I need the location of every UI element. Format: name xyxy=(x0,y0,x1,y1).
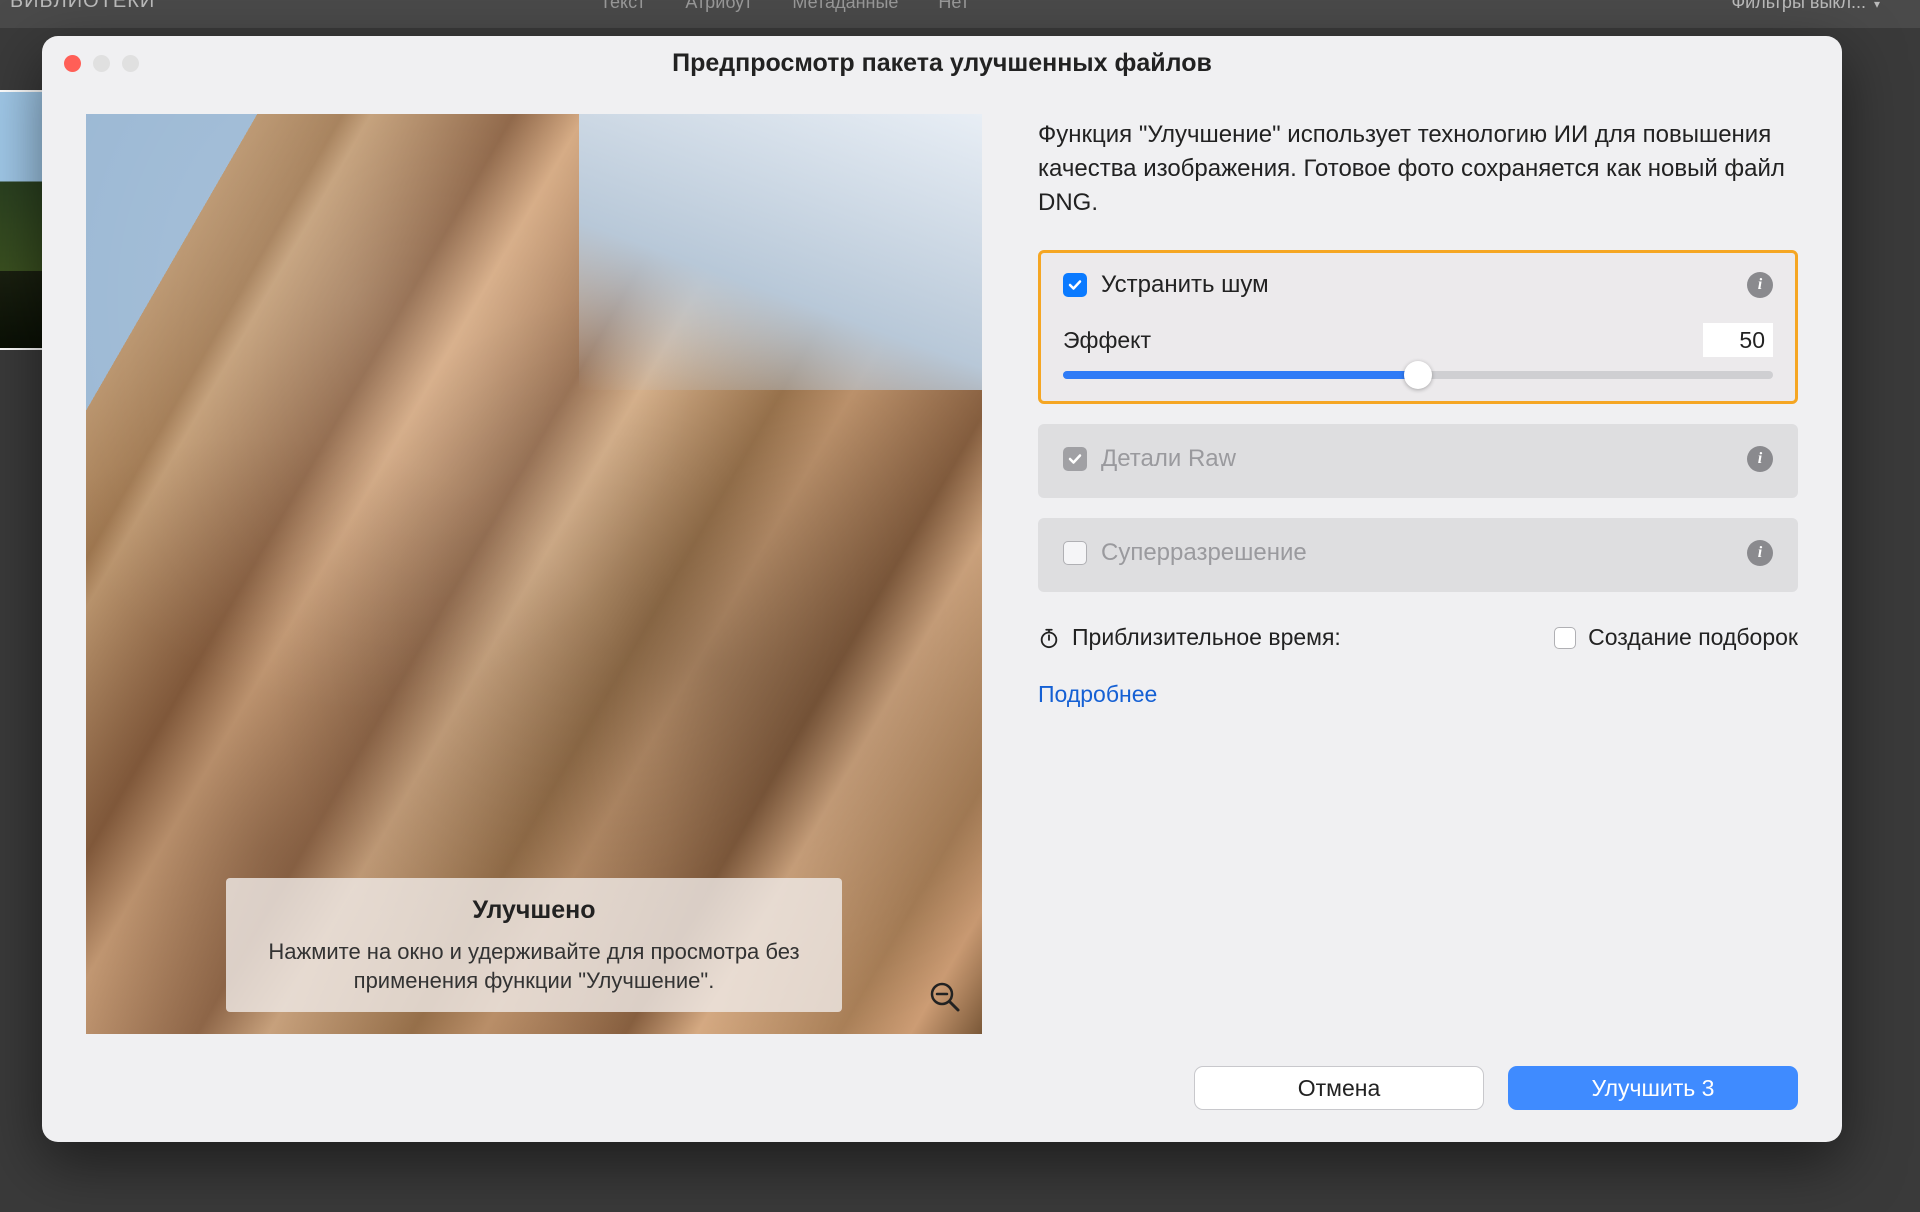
raw-details-checkbox xyxy=(1063,447,1087,471)
dialog-title: Предпросмотр пакета улучшенных файлов xyxy=(42,49,1842,78)
zoom-out-icon xyxy=(929,981,961,1013)
super-resolution-info-icon[interactable]: i xyxy=(1747,540,1773,566)
overlay-title: Улучшено xyxy=(246,896,822,925)
denoise-label: Устранить шум xyxy=(1101,271,1733,299)
denoise-checkbox[interactable] xyxy=(1063,273,1087,297)
filmstrip-thumbnail[interactable] xyxy=(0,90,45,350)
filter-none[interactable]: Нет xyxy=(938,0,969,13)
filter-metadata[interactable]: Метаданные xyxy=(792,0,898,13)
filter-text[interactable]: Текст xyxy=(600,0,645,13)
stopwatch-icon xyxy=(1038,627,1060,649)
raw-details-option: Детали Raw i xyxy=(1038,424,1798,498)
slider-fill xyxy=(1063,371,1418,379)
close-window-button[interactable] xyxy=(64,55,81,72)
learn-more-link[interactable]: Подробнее xyxy=(1038,681,1798,708)
options-panel: Функция "Улучшение" использует технологи… xyxy=(1038,114,1798,1118)
filter-tabs: Текст Атрибут Метаданные Нет xyxy=(600,0,969,13)
time-label: Приблизительное время: xyxy=(1072,624,1341,651)
check-icon xyxy=(1067,277,1083,293)
window-controls xyxy=(64,55,139,72)
effect-slider[interactable] xyxy=(1063,371,1773,379)
create-stacks-checkbox[interactable] xyxy=(1554,627,1576,649)
super-resolution-option: Суперразрешение i xyxy=(1038,518,1798,592)
denoise-option: Устранить шум i Эффект xyxy=(1038,250,1798,404)
create-stacks-label: Создание подборок xyxy=(1588,624,1798,651)
effect-value-input[interactable] xyxy=(1703,323,1773,357)
background-toolbar: БИБЛИОТЕКИ Текст Атрибут Метаданные Нет … xyxy=(0,0,1920,28)
preview-area: Улучшено Нажмите на окно и удерживайте д… xyxy=(86,114,982,1034)
description-text: Функция "Улучшение" использует технологи… xyxy=(1038,118,1798,220)
overlay-subtitle: Нажмите на окно и удерживайте для просмо… xyxy=(246,937,822,996)
filters-off-dropdown[interactable]: Фильтры выкл... xyxy=(1731,0,1880,13)
super-resolution-label: Суперразрешение xyxy=(1101,539,1733,567)
dialog-titlebar: Предпросмотр пакета улучшенных файлов xyxy=(42,36,1842,90)
effect-label: Эффект xyxy=(1063,327,1151,354)
enhance-button[interactable]: Улучшить 3 xyxy=(1508,1066,1798,1110)
zoom-out-button[interactable] xyxy=(926,978,964,1016)
library-label: БИБЛИОТЕКИ xyxy=(10,0,155,13)
raw-details-info-icon[interactable]: i xyxy=(1747,446,1773,472)
maximize-window-button[interactable] xyxy=(122,55,139,72)
meta-row: Приблизительное время: Создание подборок xyxy=(1038,624,1798,651)
filter-attribute[interactable]: Атрибут xyxy=(685,0,752,13)
check-icon xyxy=(1067,451,1083,467)
denoise-info-icon[interactable]: i xyxy=(1747,272,1773,298)
enhance-preview-dialog: Предпросмотр пакета улучшенных файлов Ул… xyxy=(42,36,1842,1142)
slider-thumb[interactable] xyxy=(1404,361,1432,389)
raw-details-label: Детали Raw xyxy=(1101,445,1733,473)
minimize-window-button[interactable] xyxy=(93,55,110,72)
preview-overlay: Улучшено Нажмите на окно и удерживайте д… xyxy=(226,878,842,1012)
super-resolution-checkbox xyxy=(1063,541,1087,565)
cancel-button[interactable]: Отмена xyxy=(1194,1066,1484,1110)
dialog-content: Улучшено Нажмите на окно и удерживайте д… xyxy=(42,90,1842,1142)
dialog-footer: Отмена Улучшить 3 xyxy=(1038,1066,1798,1118)
